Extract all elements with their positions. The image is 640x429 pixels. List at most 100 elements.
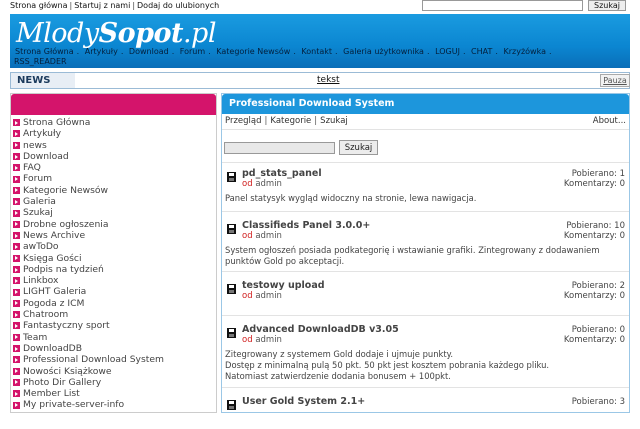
banner-nav-item[interactable]: Strona Główna (14, 47, 75, 56)
download-count: Pobierano: 2 (571, 281, 625, 291)
arrow-bullet-icon (13, 209, 20, 217)
sidebar-item[interactable]: LIGHT Galeria (13, 286, 216, 297)
top-search-input[interactable] (422, 0, 583, 11)
sidebar-item[interactable]: My private-server-info (13, 399, 216, 410)
sidebar-item[interactable]: Chatroom (13, 309, 216, 320)
sidebar-item[interactable]: awToDo (13, 241, 216, 252)
sidebar-item[interactable]: FAQ (13, 162, 216, 173)
banner-nav-rss[interactable]: RSS_READER (14, 57, 67, 66)
sidebar-item-label: Forum (23, 173, 53, 185)
sidebar-item[interactable]: Member List (13, 388, 216, 399)
sidebar-item-label: Nowości Książkowe (23, 365, 112, 377)
arrow-bullet-icon (13, 333, 20, 341)
sidebar-item-label: Linkbox (23, 275, 59, 287)
banner-nav-item[interactable]: Kategorie Newsów (215, 47, 291, 56)
download-description: System ogłoszeń posiada podkategorię i w… (225, 245, 600, 266)
floppy-disk-icon (227, 328, 236, 338)
arrow-bullet-icon (13, 164, 20, 172)
sidebar-item[interactable]: Photo Dir Gallery (13, 377, 216, 388)
sidebar-item[interactable]: Szukaj (13, 207, 216, 218)
sidebar-item-label: awToDo (23, 241, 59, 253)
comment-count: Komentarzy: 0 (563, 179, 625, 189)
download-title[interactable]: testowy upload (242, 280, 325, 291)
author-link[interactable]: admin (255, 291, 282, 301)
divider (222, 162, 629, 163)
sidebar-item[interactable]: Podpis na tydzień (13, 264, 216, 275)
download-title[interactable]: Classifieds Panel 3.0.0+ (242, 220, 370, 231)
sidebar-item[interactable]: Artykuły (13, 128, 216, 139)
panel-search-button[interactable]: Szukaj (339, 140, 378, 155)
sidebar-item[interactable]: Download (13, 151, 216, 162)
panel-link-overview[interactable]: Przegląd (225, 116, 262, 126)
news-label: NEWS (11, 73, 75, 88)
news-ticker-text[interactable]: tekst (317, 75, 340, 85)
panel-search-input[interactable] (224, 142, 335, 154)
sidebar-item-label: Member List (23, 388, 80, 400)
sidebar-item[interactable]: News Archive (13, 230, 216, 241)
author-link[interactable]: admin (255, 335, 282, 345)
sidebar-item[interactable]: Nowości Książkowe (13, 366, 216, 377)
site-logo[interactable]: MlodySopot.pl (16, 18, 216, 49)
banner-nav-item[interactable]: Krzyżówka (502, 47, 547, 56)
arrow-bullet-icon (13, 367, 20, 375)
floppy-disk-icon (227, 400, 236, 410)
download-author: od admin (242, 291, 282, 301)
sidebar-item-label: News Archive (23, 229, 86, 241)
author-link[interactable]: admin (255, 179, 282, 189)
sidebar-item[interactable]: Strona Główna (13, 117, 216, 128)
top-link-home[interactable]: Strona główna (10, 1, 68, 10)
sidebar-item[interactable]: DownloadDB (13, 343, 216, 354)
top-link-favorites[interactable]: Dodaj do ulubionych (137, 1, 219, 10)
sidebar-item-label: Podpis na tydzień (23, 263, 104, 275)
arrow-bullet-icon (13, 390, 20, 398)
sidebar-item[interactable]: Professional Download System (13, 354, 216, 365)
banner-nav-item[interactable]: Forum (179, 47, 206, 56)
sidebar-item[interactable]: news (13, 140, 216, 151)
sidebar-header (11, 94, 216, 115)
panel-link-categories[interactable]: Kategorie (270, 116, 311, 126)
arrow-bullet-icon (13, 130, 20, 138)
arrow-bullet-icon (13, 288, 20, 296)
arrow-bullet-icon (13, 277, 20, 285)
top-search-button[interactable]: Szukaj (588, 0, 626, 11)
banner-nav-item[interactable]: CHAT (470, 47, 493, 56)
sidebar-item-label: Photo Dir Gallery (23, 376, 102, 388)
sidebar-item-label: Chatroom (23, 309, 69, 321)
sidebar-item-label: Download (23, 150, 69, 162)
floppy-disk-icon (227, 172, 236, 182)
arrow-bullet-icon (13, 254, 20, 262)
pause-button[interactable]: Pauza (600, 74, 630, 87)
sidebar-item-label: Fantastyczny sport (23, 320, 110, 332)
banner-nav-item[interactable]: Galeria użytkownika (342, 47, 425, 56)
sidebar-item[interactable]: Galeria (13, 196, 216, 207)
banner-nav-item[interactable]: LOGUJ (434, 47, 461, 56)
panel-link-about[interactable]: About... (593, 116, 626, 126)
download-panel: Professional Download System Przegląd | Ka… (221, 93, 630, 413)
download-description: Zitegrowany z systemem Gold dodaje i ujm… (225, 349, 550, 381)
arrow-bullet-icon (13, 220, 20, 228)
author-link[interactable]: admin (255, 231, 282, 241)
banner-nav-item[interactable]: Download (128, 47, 170, 56)
banner-nav-item[interactable]: Artykuły (84, 47, 119, 56)
sidebar-item[interactable]: Kategorie Newsów (13, 185, 216, 196)
logo-text-part3: .pl (182, 18, 217, 49)
sidebar-item[interactable]: Drobne ogłoszenia (13, 219, 216, 230)
sidebar-item[interactable]: Linkbox (13, 275, 216, 286)
sidebar-item[interactable]: Pogoda z ICM (13, 298, 216, 309)
sidebar-item[interactable]: Forum (13, 173, 216, 184)
divider (222, 129, 629, 130)
sidebar-item-label: Strona Główna (23, 117, 91, 128)
sidebar-item-label: Kategorie Newsów (23, 184, 109, 196)
download-title[interactable]: Advanced DownloadDB v3.05 (242, 324, 399, 335)
panel-link-search[interactable]: Szukaj (320, 116, 348, 126)
download-title[interactable]: pd_stats_panel (242, 168, 322, 179)
floppy-disk-icon (227, 224, 236, 234)
banner-nav-item[interactable]: Kontakt (300, 47, 333, 56)
download-title[interactable]: User Gold System 2.1+ (242, 396, 365, 407)
sidebar-item[interactable]: Fantastyczny sport (13, 320, 216, 331)
sidebar-item[interactable]: Team (13, 332, 216, 343)
sidebar-item[interactable]: Księga Gości (13, 253, 216, 264)
sidebar-item-label: Drobne ogłoszenia (23, 218, 109, 230)
arrow-bullet-icon (13, 299, 20, 307)
top-link-start[interactable]: Startuj z nami (74, 1, 130, 10)
